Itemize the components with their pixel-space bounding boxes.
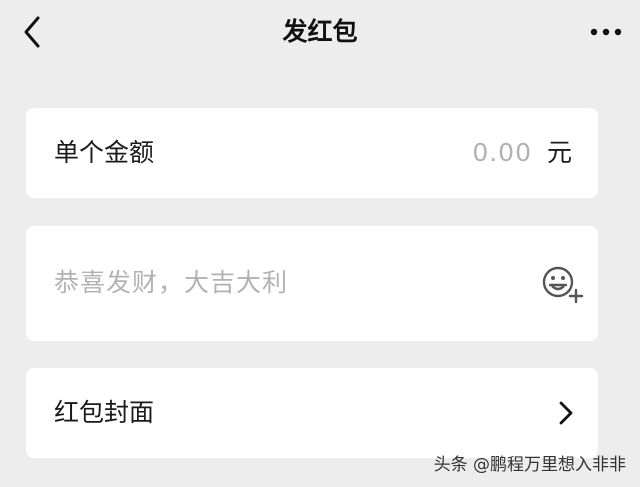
more-button[interactable] (586, 18, 626, 46)
amount-card[interactable]: 单个金额 0.00 元 (26, 108, 598, 198)
greeting-card[interactable]: 恭喜发财，大吉大利 (26, 226, 598, 341)
amount-label: 单个金额 (54, 138, 155, 167)
cover-label: 红包封面 (54, 398, 155, 427)
more-dots-icon (590, 28, 622, 36)
cover-card[interactable]: 红包封面 (26, 368, 598, 458)
nav-bar: 发红包 (0, 0, 640, 64)
page-title: 发红包 (282, 17, 358, 46)
watermark: 头条 @鹏程万里想入非非 (433, 455, 626, 475)
cover-chevron[interactable] (556, 398, 576, 428)
amount-input[interactable]: 0.00 (472, 136, 532, 170)
emoji-button[interactable] (540, 264, 586, 304)
amount-unit: 元 (546, 138, 572, 167)
emoji-add-icon (542, 266, 584, 304)
chevron-right-icon (559, 401, 573, 425)
greeting-input[interactable]: 恭喜发财，大吉大利 (54, 266, 288, 300)
